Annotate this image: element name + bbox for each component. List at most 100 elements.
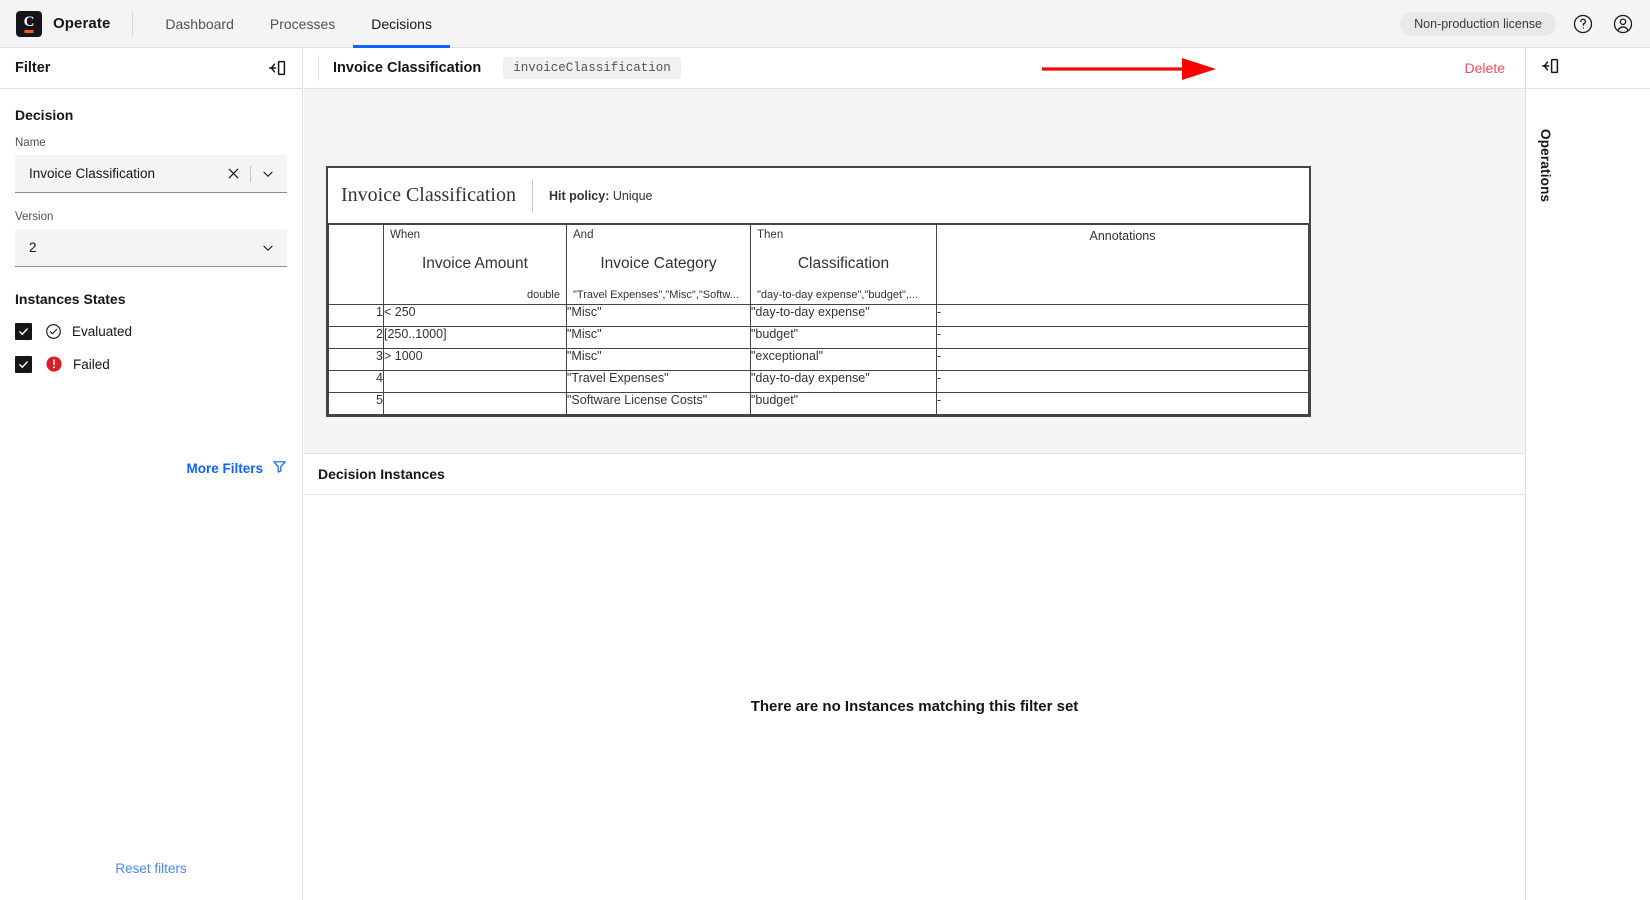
- header-index-cell: [329, 225, 384, 305]
- user-avatar-icon[interactable]: [1610, 11, 1636, 37]
- operations-panel-header: [1526, 48, 1650, 89]
- rule-index: 2: [329, 327, 384, 349]
- checkbox-evaluated[interactable]: [15, 323, 32, 340]
- rule-annotation: -: [937, 371, 1309, 393]
- table-row[interactable]: 2 [250..1000] "Misc" "budget" -: [329, 327, 1309, 349]
- panel-collapse-icon[interactable]: [267, 58, 287, 78]
- header-left-divider: [318, 55, 319, 81]
- clear-x-icon[interactable]: [222, 163, 244, 185]
- hit-policy: Hit policy: Unique: [549, 189, 653, 203]
- state-label-evaluated: Evaluated: [72, 324, 132, 339]
- decision-version-select[interactable]: 2: [15, 229, 287, 267]
- decision-instances-header: Decision Instances: [304, 453, 1525, 495]
- decision-table-viewer: Invoice Classification Hit policy: Uniqu…: [304, 90, 1525, 450]
- header-input-invoice-category[interactable]: And Invoice Category "Travel Expenses","…: [567, 225, 751, 305]
- column-type-invoice-amount: double: [527, 289, 560, 301]
- decision-name-label: Name: [15, 137, 287, 149]
- brand-logo-area[interactable]: C Operate: [0, 11, 110, 37]
- decision-version-value: 2: [29, 240, 257, 255]
- header-annotations: Annotations: [937, 225, 1309, 305]
- column-type-classification: "day-to-day expense","budget",...: [757, 289, 918, 301]
- rule-then: "budget": [751, 393, 937, 415]
- main-content-area: Invoice Classification invoiceClassifica…: [304, 48, 1525, 900]
- decision-rules-table: When Invoice Amount double And Invoice C…: [328, 224, 1309, 415]
- select-separator: [250, 166, 251, 182]
- column-tag-when: When: [390, 229, 420, 241]
- decision-name-select[interactable]: Invoice Classification: [15, 155, 287, 193]
- camunda-logo-icon: C: [16, 11, 42, 37]
- hit-policy-value: Unique: [613, 189, 653, 203]
- page-title: Invoice Classification: [333, 60, 481, 76]
- table-row[interactable]: 1 < 250 "Misc" "day-to-day expense" -: [329, 305, 1309, 327]
- header-output-classification[interactable]: Then Classification "day-to-day expense"…: [751, 225, 937, 305]
- filter-panel: Filter Decision Name Invoice Classificat…: [0, 48, 303, 900]
- table-row[interactable]: 3 > 1000 "Misc" "exceptional" -: [329, 349, 1309, 371]
- decision-header-bar: Invoice Classification invoiceClassifica…: [304, 48, 1525, 89]
- logo-letter: C: [24, 15, 35, 30]
- chevron-down-icon[interactable]: [257, 163, 279, 185]
- decision-table-divider: [532, 180, 533, 212]
- more-filters-button[interactable]: More Filters: [186, 459, 287, 477]
- table-row[interactable]: 4 "Travel Expenses" "day-to-day expense"…: [329, 371, 1309, 393]
- column-name-invoice-amount: Invoice Amount: [384, 255, 566, 273]
- state-filter-failed[interactable]: Failed: [15, 355, 287, 373]
- decision-version-label: Version: [15, 211, 287, 223]
- nav-divider: [132, 12, 133, 36]
- table-header-row: When Invoice Amount double And Invoice C…: [329, 225, 1309, 305]
- decision-name-value: Invoice Classification: [29, 166, 222, 181]
- header-actions: Delete: [1465, 60, 1505, 76]
- filter-panel-body: Decision Name Invoice Classification: [0, 89, 302, 900]
- delete-button[interactable]: Delete: [1465, 60, 1505, 76]
- rule-and: "Misc": [567, 327, 751, 349]
- operations-panel: Operations: [1525, 48, 1650, 900]
- column-tag-then: Then: [757, 229, 783, 241]
- rule-and: "Travel Expenses": [567, 371, 751, 393]
- rule-and: "Software License Costs": [567, 393, 751, 415]
- instances-states-title: Instances States: [15, 291, 287, 307]
- decision-table-name: Invoice Classification: [341, 184, 516, 207]
- rule-and: "Misc": [567, 305, 751, 327]
- state-label-failed: Failed: [73, 357, 110, 372]
- filter-panel-header: Filter: [0, 48, 302, 89]
- decision-section-title: Decision: [15, 107, 287, 123]
- rule-when: > 1000: [384, 349, 567, 371]
- rule-then: "day-to-day expense": [751, 305, 937, 327]
- nav-item-processes[interactable]: Processes: [252, 0, 353, 48]
- error-filled-icon: [45, 355, 63, 373]
- decision-id-badge: invoiceClassification: [503, 57, 681, 79]
- panel-expand-icon[interactable]: [1540, 56, 1560, 81]
- funnel-filter-icon: [272, 459, 287, 477]
- rule-annotation: -: [937, 305, 1309, 327]
- column-name-invoice-category: Invoice Category: [567, 255, 750, 273]
- header-input-invoice-amount[interactable]: When Invoice Amount double: [384, 225, 567, 305]
- state-filter-evaluated[interactable]: Evaluated: [15, 323, 287, 340]
- rule-when: [384, 371, 567, 393]
- decision-name-field: Name Invoice Classification: [15, 137, 287, 193]
- table-row[interactable]: 5 "Software License Costs" "budget" -: [329, 393, 1309, 415]
- hit-policy-label: Hit policy:: [549, 189, 609, 203]
- reset-filters-button[interactable]: Reset filters: [0, 861, 302, 876]
- checkbox-failed[interactable]: [15, 356, 32, 373]
- rule-index: 3: [329, 349, 384, 371]
- decision-table-card: Invoice Classification Hit policy: Uniqu…: [326, 166, 1311, 417]
- app-name: Operate: [53, 15, 110, 32]
- empty-state-message: There are no Instances matching this fil…: [751, 698, 1079, 715]
- decision-instances-body: There are no Instances matching this fil…: [304, 495, 1525, 900]
- chevron-down-icon[interactable]: [257, 237, 279, 259]
- decision-table-header: Invoice Classification Hit policy: Uniqu…: [328, 168, 1309, 224]
- help-circle-icon[interactable]: [1570, 11, 1596, 37]
- rule-and: "Misc": [567, 349, 751, 371]
- license-badge: Non-production license: [1400, 12, 1556, 36]
- operations-panel-label[interactable]: Operations: [1538, 129, 1553, 202]
- nav-item-dashboard[interactable]: Dashboard: [147, 0, 252, 48]
- decision-version-field: Version 2: [15, 211, 287, 267]
- column-type-invoice-category: "Travel Expenses","Misc","Softw...: [573, 289, 739, 301]
- top-right-controls: Non-production license: [1400, 11, 1650, 37]
- top-navigation-bar: C Operate Dashboard Processes Decisions …: [0, 0, 1650, 48]
- column-name-annotations: Annotations: [937, 229, 1308, 243]
- nav-item-decisions[interactable]: Decisions: [353, 0, 450, 48]
- column-name-classification: Classification: [751, 255, 936, 273]
- rule-when: < 250: [384, 305, 567, 327]
- rule-then: "exceptional": [751, 349, 937, 371]
- decision-instances-title: Decision Instances: [318, 466, 445, 482]
